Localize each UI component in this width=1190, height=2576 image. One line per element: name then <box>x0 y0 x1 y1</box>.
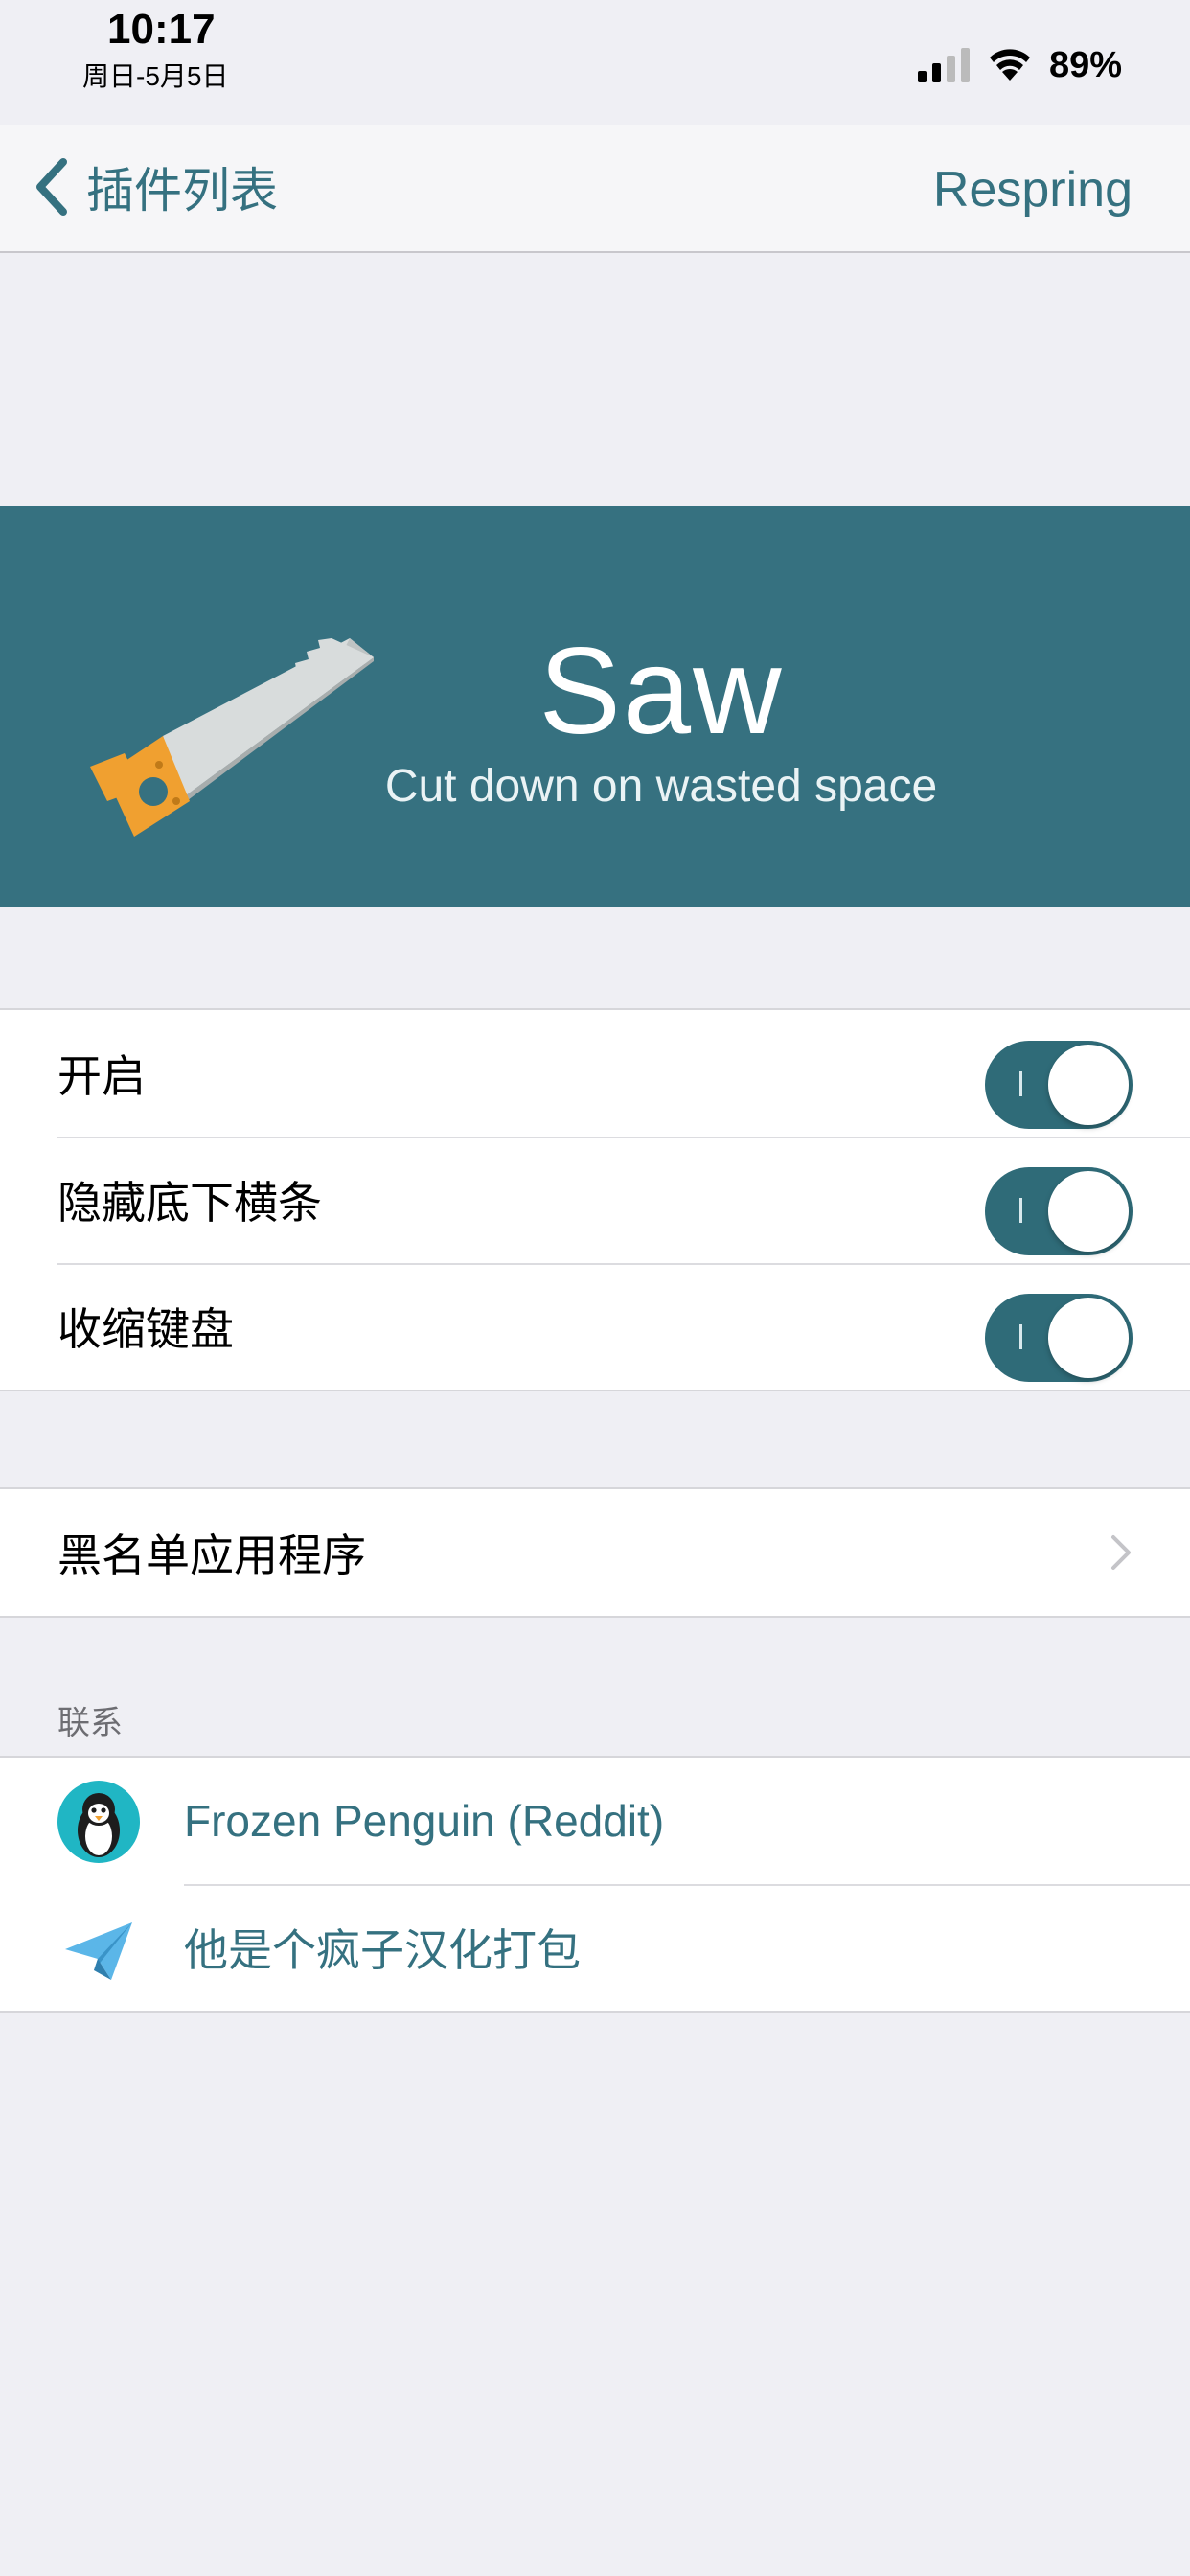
blacklist-apps-row[interactable]: 黑名单应用程序 <box>0 1489 1190 1616</box>
status-time: 10:17 <box>107 6 216 53</box>
tweak-subtitle: Cut down on wasted space <box>384 761 938 812</box>
toggle-label-hide-home-bar: 隐藏底下横条 <box>57 1178 322 1228</box>
navigation-bar: 插件列表 Respring <box>0 125 1190 253</box>
contact-section-header: 联系 <box>57 1705 123 1741</box>
cellular-signal-icon <box>918 48 970 82</box>
toggle-on-indicator <box>1019 1198 1022 1223</box>
toggle-row-shrink-keyboard: 收缩键盘 <box>0 1263 1190 1390</box>
back-button[interactable]: 插件列表 <box>33 153 278 220</box>
toggle-knob <box>1048 1298 1129 1378</box>
status-bar: 10:17 周日-5月5日 89% <box>0 0 1190 125</box>
settings-group: 开启 隐藏底下横条 收缩键盘 <box>0 1008 1190 1392</box>
toggle-knob <box>1048 1171 1129 1252</box>
toggle-row-enable: 开启 <box>0 1010 1190 1137</box>
chevron-right-icon <box>1111 1535 1131 1570</box>
toggle-on-indicator <box>1019 1071 1022 1096</box>
contact-row-translator[interactable]: 他是个疯子汉化打包 <box>0 1884 1190 2011</box>
shrink-keyboard-toggle[interactable] <box>985 1294 1133 1382</box>
tweak-title: Saw <box>538 623 784 760</box>
contact-group: Frozen Penguin (Reddit) 他是个疯子汉化打包 <box>0 1756 1190 2012</box>
battery-percentage: 89% <box>1049 45 1123 85</box>
respring-button[interactable]: Respring <box>933 161 1133 218</box>
back-button-label: 插件列表 <box>86 164 278 218</box>
wifi-icon <box>990 49 1030 80</box>
chevron-left-icon <box>36 158 67 216</box>
blacklist-apps-label: 黑名单应用程序 <box>57 1530 366 1580</box>
toggle-on-indicator <box>1019 1324 1022 1349</box>
paper-plane-icon <box>65 1922 132 1980</box>
toggle-label-enable: 开启 <box>57 1051 146 1101</box>
hide-home-bar-toggle[interactable] <box>985 1167 1133 1255</box>
penguin-icon <box>57 1781 140 1863</box>
enable-toggle[interactable] <box>985 1041 1133 1129</box>
blacklist-group: 黑名单应用程序 <box>0 1487 1190 1618</box>
toggle-label-shrink-keyboard: 收缩键盘 <box>57 1304 234 1354</box>
tweak-header-banner: Saw Cut down on wasted space <box>0 506 1190 907</box>
toggle-knob <box>1048 1045 1129 1125</box>
toggle-row-hide-home-bar: 隐藏底下横条 <box>0 1137 1190 1263</box>
contact-row-reddit[interactable]: Frozen Penguin (Reddit) <box>0 1758 1190 1884</box>
status-date: 周日-5月5日 <box>82 61 229 91</box>
